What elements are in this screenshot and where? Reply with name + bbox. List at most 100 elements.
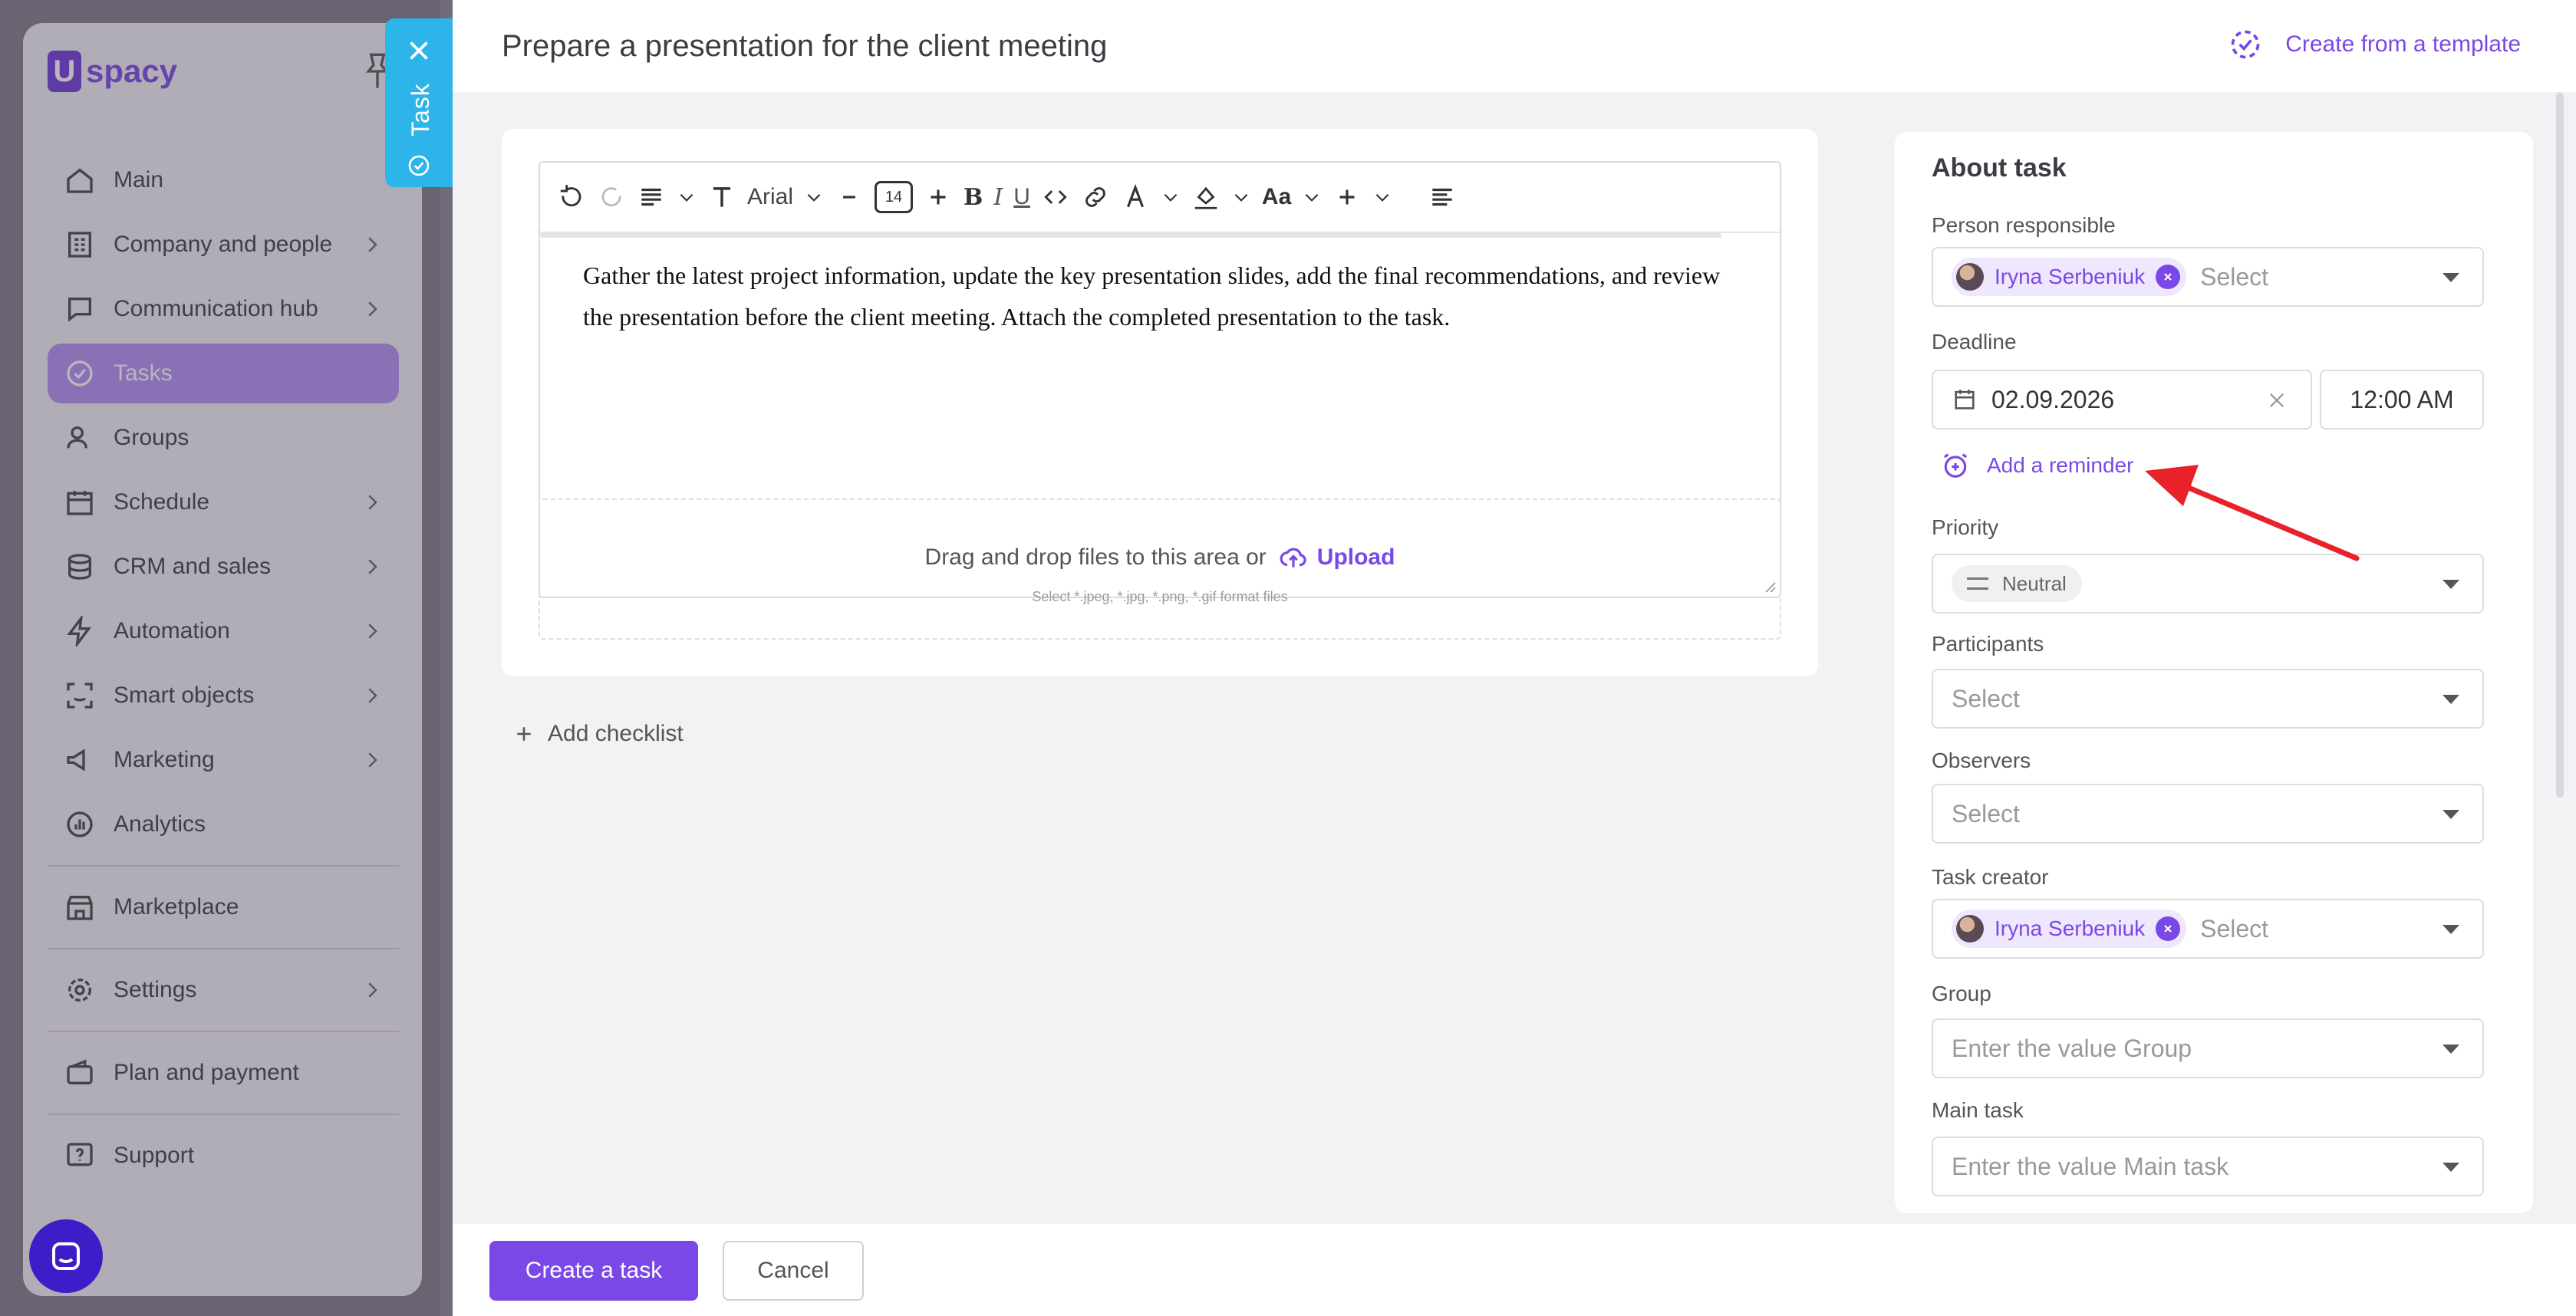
italic-button[interactable]: I (993, 174, 1003, 220)
text-style-icon[interactable] (707, 174, 736, 220)
code-button[interactable] (1041, 174, 1070, 220)
select-placeholder: Select (1952, 684, 2020, 712)
chat-bubble-icon (52, 1242, 80, 1270)
cancel-button[interactable]: Cancel (723, 1241, 864, 1301)
underline-button[interactable]: U (1013, 174, 1030, 220)
dashed-check-circle-icon (2231, 30, 2260, 59)
undo-button[interactable] (557, 174, 586, 220)
observers-select[interactable]: Select (1932, 784, 2484, 844)
about-task-card: About task Person responsible Iryna Serb… (1895, 132, 2533, 1213)
modal-overlay[interactable] (0, 0, 453, 1316)
clear-date-icon[interactable] (2266, 390, 2288, 411)
dropzone-hint: Select *.jpeg, *.jpg, *.png, *.gif forma… (1032, 589, 1288, 604)
task-check-icon (408, 155, 430, 176)
deadline-time-input[interactable]: 12:00 AM (2320, 370, 2484, 429)
caret-down-icon (2443, 925, 2459, 934)
decrease-size-button[interactable] (835, 174, 864, 220)
remove-creator-icon[interactable] (2156, 916, 2181, 941)
avatar (1956, 915, 1984, 943)
text-color-button[interactable] (1121, 174, 1150, 220)
panel-scrollbar[interactable] (2556, 92, 2564, 798)
bold-button[interactable]: B (964, 174, 983, 220)
font-family-select[interactable]: Arial (747, 174, 793, 220)
group-select[interactable]: Enter the value Group (1932, 1018, 2484, 1078)
select-placeholder: Select (1952, 799, 2020, 827)
task-side-tab[interactable]: Task (385, 18, 453, 187)
deadline-label: Deadline (1932, 330, 2017, 354)
add-reminder-button[interactable]: Add a reminder (1941, 451, 2133, 480)
annotation-arrow-icon (2145, 465, 2360, 561)
highlight-color-button[interactable] (1191, 174, 1220, 220)
chevron-down-icon[interactable] (1231, 174, 1251, 220)
person-responsible-label: Person responsible (1932, 213, 2116, 237)
task-creator-label: Task creator (1932, 865, 2049, 889)
link-button[interactable] (1081, 174, 1110, 220)
creator-chip-name: Iryna Serbeniuk (1995, 916, 2146, 940)
main-task-label: Main task (1932, 1098, 2024, 1122)
editor-toolbar: Arial 14 B I U Aa (540, 163, 1780, 238)
dropzone-line: Drag and drop files to this area or Uplo… (540, 543, 1780, 572)
person-chip[interactable]: Iryna Serbeniuk (1952, 258, 2187, 296)
align-left-icon[interactable] (1428, 174, 1457, 220)
person-responsible-select[interactable]: Iryna Serbeniuk Select (1932, 247, 2484, 307)
template-button-label: Create from a template (2285, 31, 2521, 57)
insert-button[interactable] (1332, 174, 1362, 220)
page-title[interactable]: Prepare a presentation for the client me… (502, 29, 1107, 64)
remove-person-icon[interactable] (2156, 265, 2181, 289)
file-dropzone[interactable]: Drag and drop files to this area or Uplo… (539, 498, 1781, 640)
chevron-down-icon[interactable] (1302, 174, 1322, 220)
upload-link[interactable]: Upload (1279, 543, 1395, 572)
chevron-down-icon[interactable] (1161, 174, 1181, 220)
cloud-upload-icon (1280, 548, 1306, 568)
redo-button[interactable] (597, 174, 626, 220)
text-case-button[interactable]: Aa (1262, 174, 1291, 220)
caret-down-icon (2443, 580, 2459, 589)
creator-chip[interactable]: Iryna Serbeniuk (1952, 910, 2187, 948)
chevron-down-icon[interactable] (1372, 174, 1392, 220)
deadline-date-value: 02.09.2026 (1991, 385, 2115, 413)
increase-size-button[interactable] (924, 174, 953, 220)
select-placeholder: Select (2200, 262, 2269, 291)
caret-down-icon (2443, 695, 2459, 704)
font-size-field[interactable]: 14 (875, 181, 914, 213)
participants-label: Participants (1932, 632, 2044, 656)
create-from-template-button[interactable]: Create from a template (2228, 28, 2521, 61)
plus-icon (517, 727, 531, 741)
deadline-date-input[interactable]: 02.09.2026 (1932, 370, 2312, 429)
support-chat-button[interactable] (29, 1219, 103, 1293)
neutral-priority-icon (1967, 577, 1988, 590)
avatar (1956, 263, 1984, 291)
toolbar-scroll-indicator (540, 233, 1721, 238)
panel-header: Prepare a presentation for the client me… (453, 0, 2576, 92)
participants-select[interactable]: Select (1932, 669, 2484, 729)
priority-value: Neutral (2002, 571, 2067, 595)
add-checklist-label: Add checklist (548, 721, 684, 746)
main-task-select[interactable]: Enter the value Main task (1932, 1137, 2484, 1196)
description-text[interactable]: Gather the latest project information, u… (583, 255, 1749, 337)
alarm-plus-icon (1943, 453, 1968, 478)
group-label: Group (1932, 982, 1991, 1005)
task-panel: Prepare a presentation for the client me… (453, 0, 2576, 1316)
close-icon[interactable] (405, 37, 433, 64)
chevron-down-icon[interactable] (677, 174, 697, 220)
chevron-down-icon[interactable] (804, 174, 824, 220)
priority-chip: Neutral (1952, 565, 2082, 602)
observers-label: Observers (1932, 748, 2031, 772)
calendar-icon (1955, 390, 1975, 410)
panel-footer: Create a task Cancel (453, 1224, 2576, 1316)
dropzone-text: Drag and drop files to this area or (924, 544, 1267, 570)
select-placeholder: Select (2200, 914, 2269, 943)
paragraph-align-icon[interactable] (637, 174, 666, 220)
caret-down-icon (2443, 810, 2459, 819)
caret-down-icon (2443, 1163, 2459, 1172)
description-card: Arial 14 B I U Aa Gather the latest proj… (502, 129, 1818, 676)
task-tab-label: Task (407, 83, 434, 137)
caret-down-icon (2443, 1045, 2459, 1054)
add-checklist-button[interactable]: Add checklist (512, 721, 684, 747)
create-task-button[interactable]: Create a task (489, 1241, 698, 1301)
upload-label: Upload (1316, 544, 1395, 570)
caret-down-icon (2443, 273, 2459, 282)
task-creator-select[interactable]: Iryna Serbeniuk Select (1932, 899, 2484, 959)
priority-label: Priority (1932, 515, 1999, 539)
add-reminder-label: Add a reminder (1987, 453, 2134, 477)
